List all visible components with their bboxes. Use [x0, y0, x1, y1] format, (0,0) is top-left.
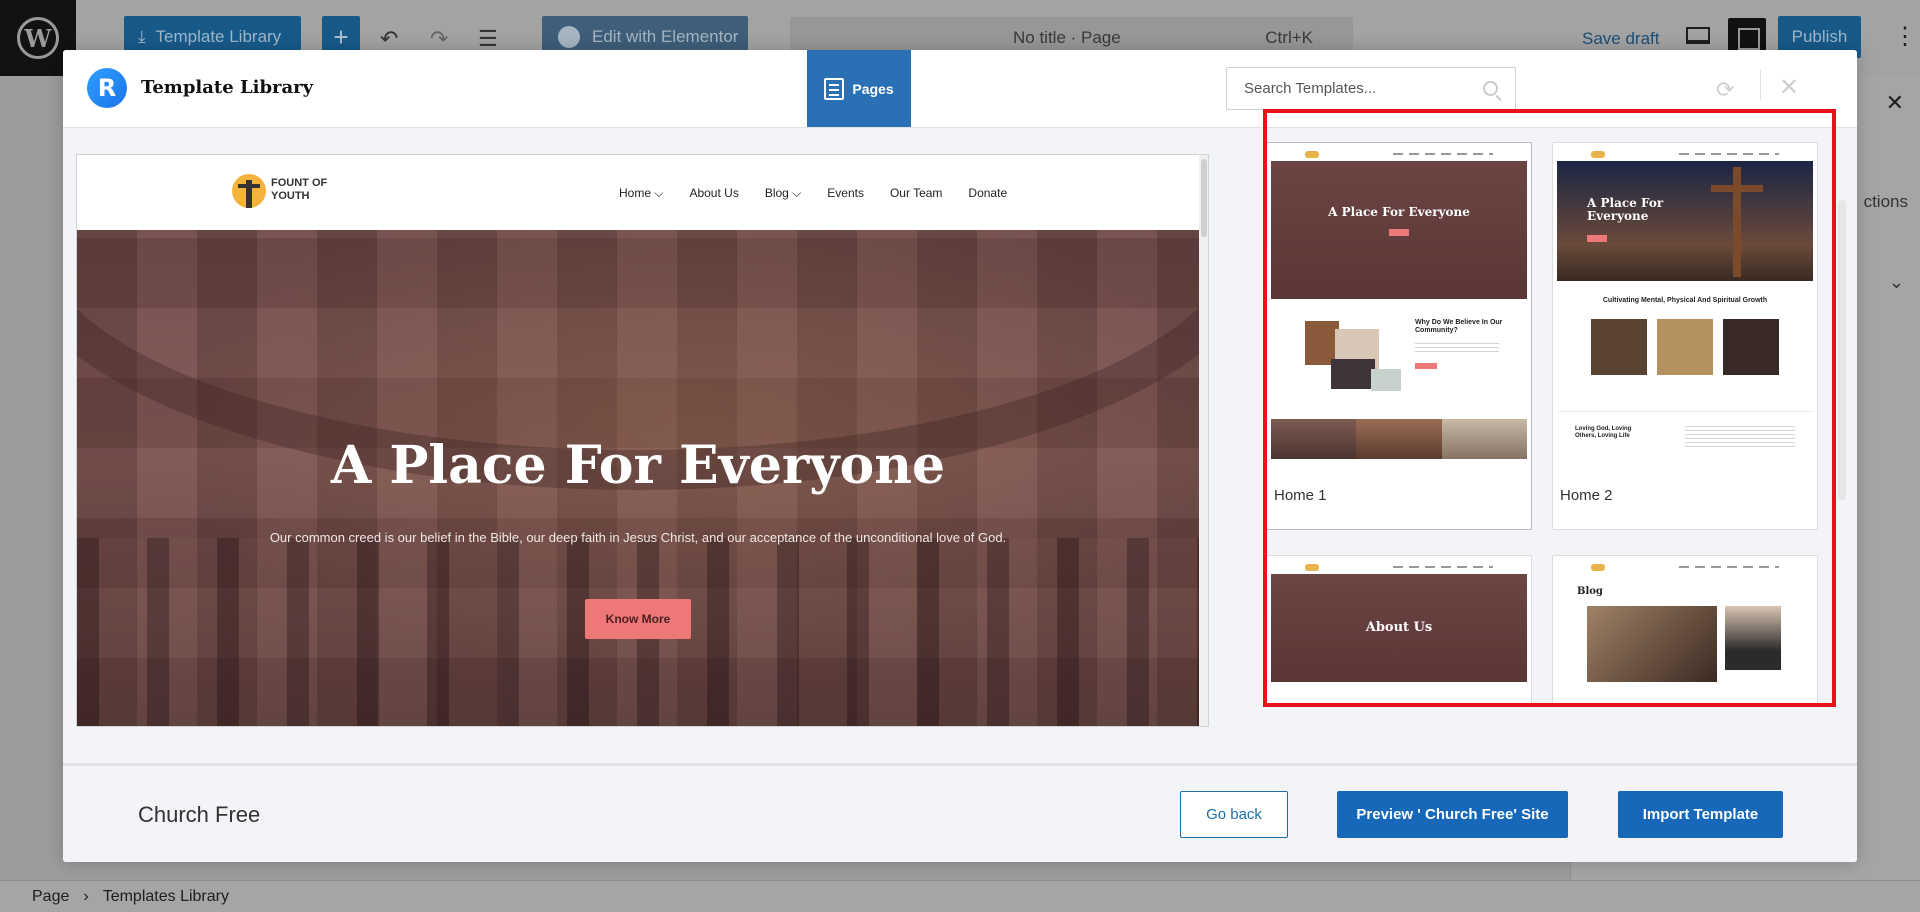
breadcrumb-item-page[interactable]: Page: [32, 888, 69, 906]
wordpress-icon: W: [17, 17, 59, 59]
close-icon[interactable]: ✕: [1779, 73, 1799, 102]
preview-hero-title: A Place For Everyone: [330, 435, 946, 496]
selected-template-name: Church Free: [138, 802, 261, 827]
preview-site-button[interactable]: Preview ' Church Free' Site: [1337, 791, 1568, 838]
grid-scrollbar[interactable]: [1838, 200, 1846, 500]
list-view-icon[interactable]: ☰: [478, 26, 498, 52]
site-logo-icon: [232, 174, 266, 212]
preview-nav-item: Our Team: [889, 186, 943, 200]
save-draft-button[interactable]: Save draft: [1582, 29, 1660, 49]
site-logo-text: FOUNT OF YOUTH: [271, 177, 328, 202]
go-back-button[interactable]: Go back: [1180, 791, 1288, 838]
breadcrumb-separator-icon: ›: [83, 887, 89, 905]
search-input[interactable]: [1227, 68, 1467, 109]
template-library-toolbar-label: Template Library: [155, 27, 282, 46]
download-icon: ⤓: [138, 27, 146, 46]
template-search: [1226, 67, 1516, 110]
preview-scrollbar[interactable]: [1199, 155, 1208, 726]
preview-site-header: FOUNT OF YOUTH Home ⌵ About Us Blog ⌵ Ev…: [77, 155, 1199, 230]
preview-nav-item: Blog ⌵: [764, 186, 802, 200]
edit-with-elementor-label: Edit with Elementor: [592, 27, 739, 46]
highlight-frame: [1263, 109, 1836, 707]
desktop-preview-icon[interactable]: [1686, 27, 1710, 44]
preview-nav-item: Events: [827, 186, 864, 200]
document-title: No title · Page: [1013, 28, 1121, 47]
preview-nav-item: Donate: [968, 186, 1008, 200]
sync-icon[interactable]: ⟳: [1716, 77, 1734, 103]
preview-nav-item: About Us: [689, 186, 739, 200]
preview-know-more-button: Know More: [585, 599, 691, 639]
preview-hero: A Place For Everyone Our common creed is…: [77, 230, 1199, 726]
undo-icon[interactable]: ↶: [380, 26, 398, 52]
tab-pages-label: Pages: [852, 80, 894, 97]
sidebar-section-label: ctions: [1863, 192, 1908, 211]
modal-title: Template Library: [141, 77, 314, 98]
search-icon[interactable]: [1483, 81, 1498, 96]
more-options-icon[interactable]: ⋮: [1893, 22, 1917, 51]
preview-nav-item: Home ⌵: [619, 186, 664, 200]
rara-logo-icon: R: [87, 68, 127, 108]
modal-footer: Church Free Go back Preview ' Church Fre…: [63, 763, 1857, 862]
tab-pages[interactable]: Pages: [807, 50, 911, 127]
elementor-icon: [558, 26, 580, 48]
template-library-modal: R Template Library Pages ⟳ ✕ FOUNT OF YO…: [63, 50, 1857, 862]
preview-hero-subtitle: Our common creed is our belief in the Bi…: [269, 530, 1007, 545]
import-template-button[interactable]: Import Template: [1618, 791, 1783, 838]
template-preview[interactable]: FOUNT OF YOUTH Home ⌵ About Us Blog ⌵ Ev…: [76, 154, 1209, 727]
redo-icon[interactable]: ↷: [430, 26, 448, 52]
header-divider: [1760, 70, 1761, 100]
chevron-down-icon[interactable]: ⌄: [1889, 272, 1904, 293]
preview-nav-menu: Home ⌵ About Us Blog ⌵ Events Our Team D…: [619, 186, 1007, 201]
pages-icon: [824, 77, 845, 100]
breadcrumb-item-templates-library[interactable]: Templates Library: [103, 888, 229, 906]
breadcrumb: Page › Templates Library: [0, 880, 1920, 912]
command-shortcut: Ctrl+K: [1265, 28, 1313, 47]
sidebar-close-icon[interactable]: ✕: [1886, 90, 1904, 116]
